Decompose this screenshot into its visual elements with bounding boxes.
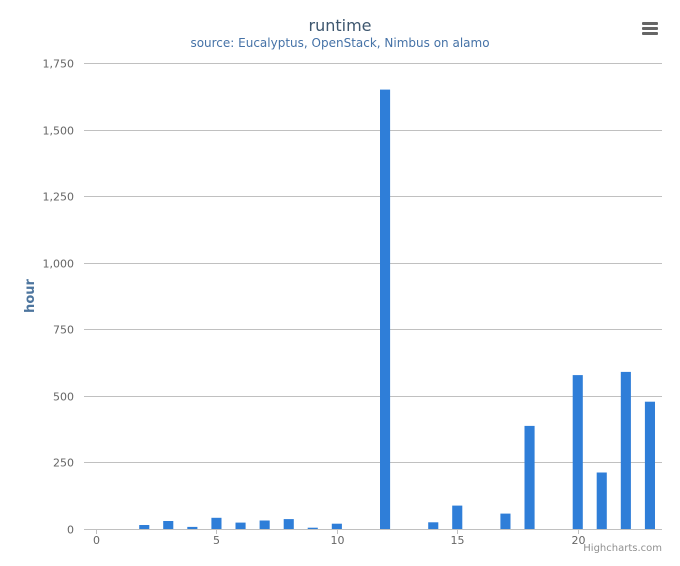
y-tick-label: 500 <box>53 391 74 404</box>
bar <box>139 525 150 529</box>
x-tick-label: 10 <box>331 534 345 547</box>
y-tick-label: 0 <box>67 524 74 537</box>
y-tick-label: 1,750 <box>43 58 75 71</box>
y-tick-label: 750 <box>53 324 74 337</box>
chart-container: runtime source: Eucalyptus, OpenStack, N… <box>0 0 680 566</box>
bar <box>259 520 270 529</box>
bar <box>211 517 222 529</box>
bar <box>283 519 294 529</box>
bar <box>187 526 198 529</box>
x-tick-label: 0 <box>93 534 100 547</box>
bar <box>331 523 342 529</box>
x-tick-label: 5 <box>213 534 220 547</box>
bar <box>500 513 511 529</box>
y-tick-label: 250 <box>53 457 74 470</box>
y-axis-title: hour <box>23 278 38 312</box>
bar <box>235 522 246 529</box>
bar-series <box>139 89 655 529</box>
bar <box>428 522 439 529</box>
bar <box>163 521 174 529</box>
bar <box>596 472 607 529</box>
x-tick-label: 15 <box>451 534 465 547</box>
credits-link[interactable]: Highcharts.com <box>583 543 662 554</box>
bar <box>452 505 463 529</box>
bar <box>307 527 318 529</box>
y-tick-label: 1,250 <box>43 191 75 204</box>
bar <box>644 401 655 529</box>
bar <box>572 375 583 529</box>
bar <box>380 89 391 529</box>
y-tick-label: 1,500 <box>43 125 75 138</box>
bar <box>524 425 535 529</box>
y-tick-label: 1,000 <box>43 258 75 271</box>
bar <box>620 371 631 529</box>
chart-plot-area: 02505007501,0001,2501,5001,7500 5 10 15 20 h… <box>23 58 662 547</box>
